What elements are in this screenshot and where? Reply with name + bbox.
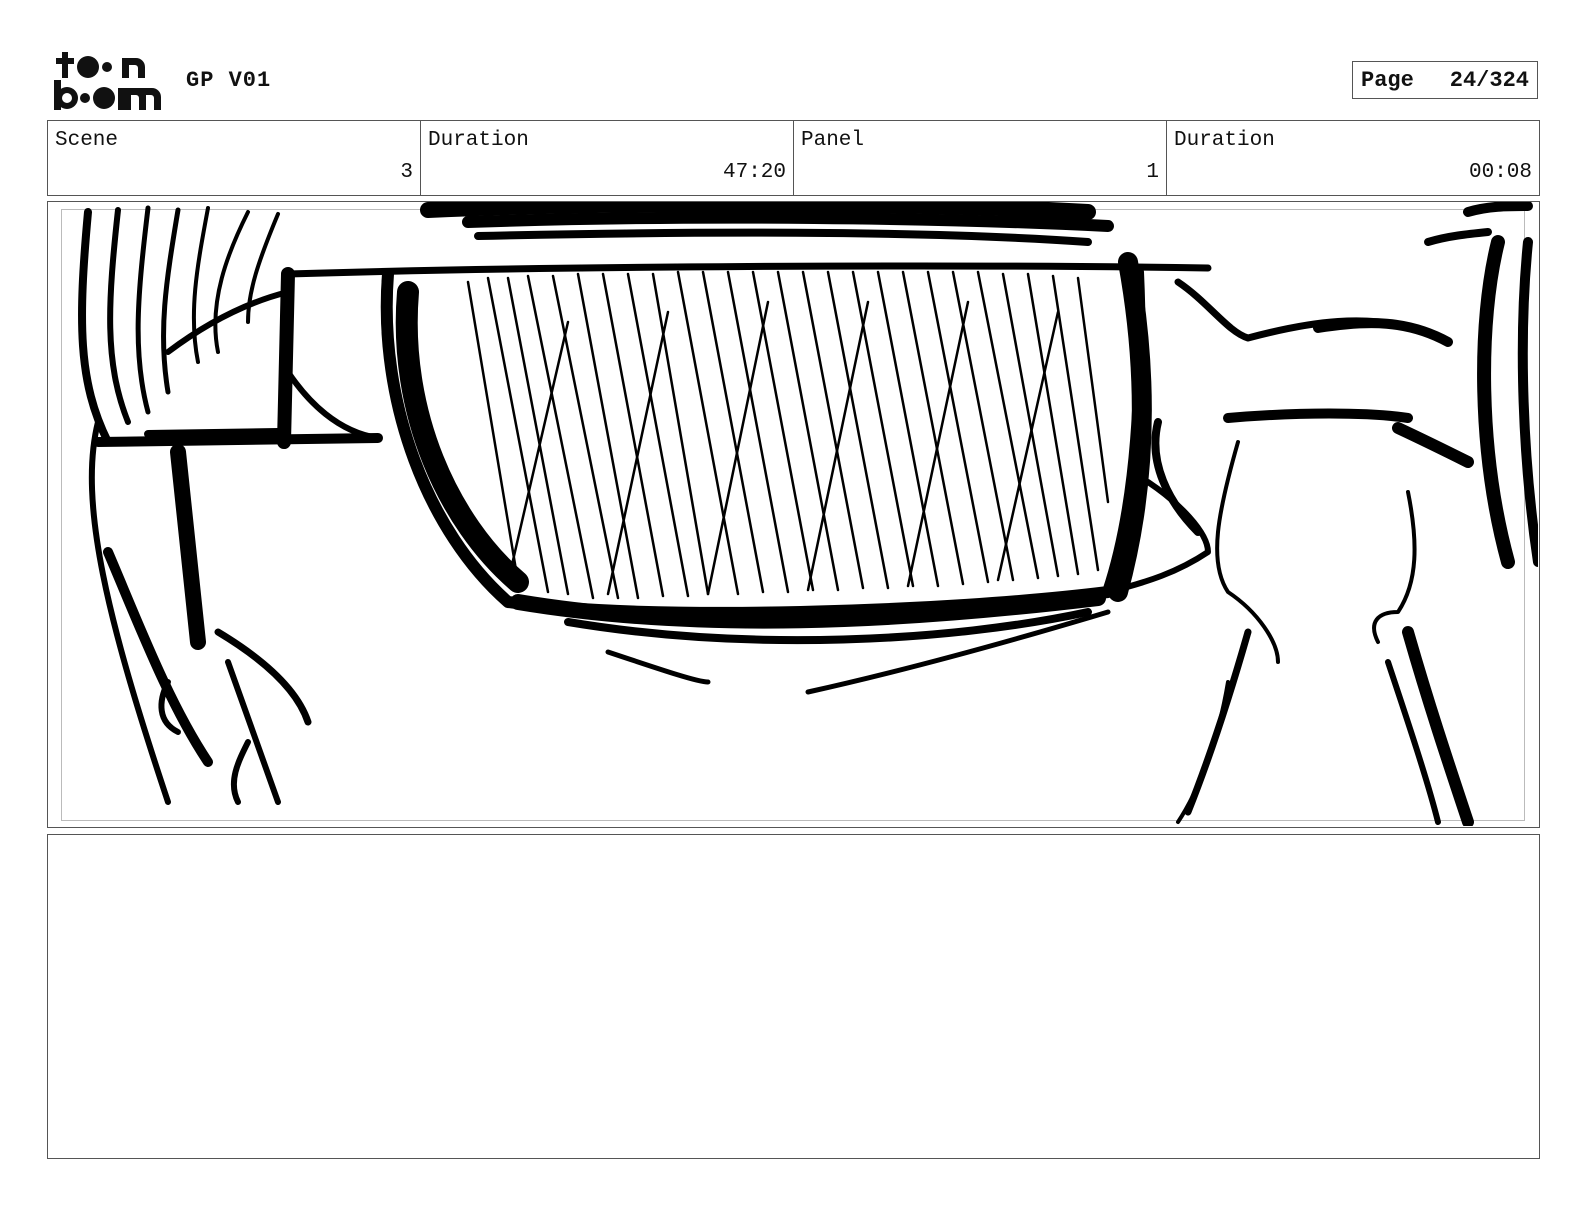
scene-duration-cell: Duration 47:20: [421, 121, 794, 195]
page-indicator: Page 24/324: [1352, 61, 1538, 99]
panel-label: Panel: [801, 129, 865, 152]
page-label: Page: [1361, 67, 1414, 93]
panel-duration-value: 00:08: [1468, 161, 1532, 184]
panel-notes-box: [47, 834, 1540, 1159]
storyboard-panel: [47, 201, 1540, 828]
scene-cell: Scene 3: [48, 121, 421, 195]
sketch-drawing: [78, 202, 1538, 826]
storyboard-info-table: Scene 3 Duration 47:20 Panel 1 Duration …: [47, 120, 1540, 196]
panel-value: 1: [1146, 161, 1159, 184]
scene-duration-value: 47:20: [722, 161, 786, 184]
scene-duration-label: Duration: [428, 129, 529, 152]
toon-boom-logo-icon: [54, 52, 161, 110]
panel-duration-label: Duration: [1174, 129, 1275, 152]
scene-value: 3: [400, 161, 413, 184]
panel-duration-cell: Duration 00:08: [1167, 121, 1539, 195]
toon-boom-logo: [52, 50, 164, 112]
project-title: GP V01: [186, 68, 272, 93]
scene-label: Scene: [55, 129, 119, 152]
page-number: 24/324: [1449, 67, 1529, 93]
panel-cell: Panel 1: [794, 121, 1167, 195]
